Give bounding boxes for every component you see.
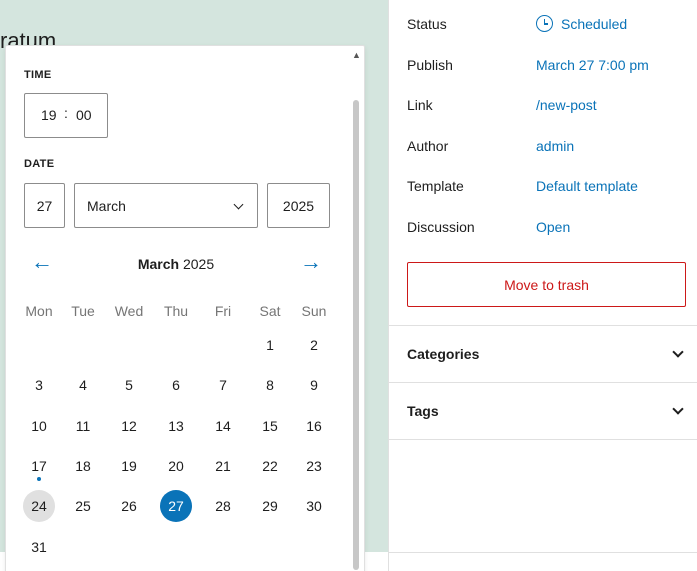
calendar-day-5[interactable]: 5 [113,369,145,401]
calendar-day-18[interactable]: 18 [67,450,99,482]
chevron-down-icon [233,199,244,210]
time-label: TIME [24,69,52,81]
calendar-heading: March 2025 [66,256,286,272]
calendar-day-9[interactable]: 9 [298,369,330,401]
post-settings-sidebar: Status Scheduled Publish March 27 7:00 p… [388,0,697,571]
calendar-day-30[interactable]: 30 [298,490,330,522]
minute-input[interactable]: 00 [76,107,92,123]
chevron-down-icon [672,403,684,415]
calendar-day-12[interactable]: 12 [113,410,145,442]
calendar-day-20[interactable]: 20 [160,450,192,482]
calendar-day-27[interactable]: 27 [160,490,192,522]
calendar-day-6[interactable]: 6 [160,369,192,401]
arrow-left-icon: ← [31,249,53,274]
clock-icon [536,15,553,32]
calendar-month: March [137,256,180,272]
categories-panel-toggle[interactable]: Categories [407,346,684,362]
scroll-up-icon[interactable]: ▲ [352,50,361,60]
chevron-down-icon [672,346,684,358]
calendar-day-31[interactable]: 31 [23,531,55,563]
event-indicator-dot [37,477,41,481]
weekday-sat: Sat [259,303,281,319]
time-input: 19 : 00 [24,93,108,138]
hour-input[interactable]: 19 [41,107,57,123]
time-separator: : [64,105,68,121]
status-value-button[interactable]: Scheduled [536,15,627,32]
calendar-day-8[interactable]: 8 [254,369,286,401]
datetime-picker-popover: ▲ TIME 19 : 00 DATE 27 March 2025 ← Marc… [5,45,365,571]
weekday-tue: Tue [71,303,95,319]
calendar-day-15[interactable]: 15 [254,410,286,442]
previous-month-button[interactable]: ← [30,250,54,274]
scrollbar-thumb[interactable] [353,100,359,570]
arrow-right-icon: → [300,249,322,274]
status-label: Status [407,16,447,32]
calendar-day-1[interactable]: 1 [254,329,286,361]
weekday-sun: Sun [301,303,327,319]
divider [389,325,697,326]
divider [389,439,697,440]
discussion-label: Discussion [407,219,475,235]
calendar-day-28[interactable]: 28 [207,490,239,522]
year-input[interactable]: 2025 [267,183,330,228]
link-label: Link [407,97,433,113]
template-label: Template [407,178,464,194]
calendar-day-11[interactable]: 11 [67,410,99,442]
calendar-day-25[interactable]: 25 [67,490,99,522]
calendar-day-23[interactable]: 23 [298,450,330,482]
calendar-day-26[interactable]: 26 [113,490,145,522]
calendar-day-4[interactable]: 4 [67,369,99,401]
date-label: DATE [24,158,55,170]
calendar-day-21[interactable]: 21 [207,450,239,482]
author-button[interactable]: admin [536,138,574,154]
permalink-button[interactable]: /new-post [536,97,597,113]
weekday-thu: Thu [163,303,189,319]
publish-label: Publish [407,57,453,73]
weekday-wed: Wed [114,303,144,319]
calendar-day-3[interactable]: 3 [23,369,55,401]
next-month-button[interactable]: → [299,250,323,274]
calendar-day-7[interactable]: 7 [207,369,239,401]
divider [389,382,697,383]
calendar-day-10[interactable]: 10 [23,410,55,442]
weekday-fri: Fri [214,303,232,319]
month-select[interactable]: March [74,183,258,228]
tags-panel-toggle[interactable]: Tags [407,403,684,419]
calendar-day-19[interactable]: 19 [113,450,145,482]
calendar-day-2[interactable]: 2 [298,329,330,361]
calendar-day-29[interactable]: 29 [254,490,286,522]
calendar-day-17[interactable]: 17 [23,450,55,482]
calendar-year: 2025 [182,256,215,272]
weekday-mon: Mon [25,303,53,319]
publish-date-button[interactable]: March 27 7:00 pm [536,57,649,73]
calendar-day-16[interactable]: 16 [298,410,330,442]
calendar-day-22[interactable]: 22 [254,450,286,482]
author-label: Author [407,138,449,154]
calendar-day-13[interactable]: 13 [160,410,192,442]
divider [389,552,697,553]
month-select-value: March [87,197,126,214]
discussion-button[interactable]: Open [536,219,570,235]
move-to-trash-button[interactable]: Move to trash [407,262,686,307]
calendar-day-14[interactable]: 14 [207,410,239,442]
calendar-day-24[interactable]: 24 [23,490,55,522]
categories-panel-title: Categories [407,346,480,362]
status-value: Scheduled [561,15,628,32]
template-button[interactable]: Default template [536,178,638,194]
day-input[interactable]: 27 [24,183,65,228]
tags-panel-title: Tags [407,403,439,419]
